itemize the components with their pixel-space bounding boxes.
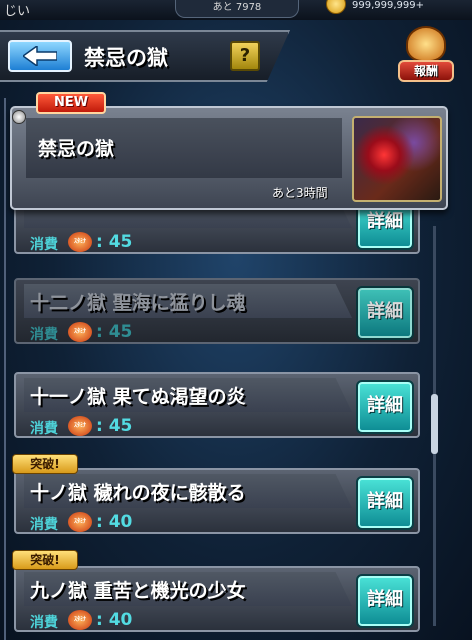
back-arrow-icon <box>23 46 57 66</box>
event-card[interactable]: 禁忌の獄 あと3時間 <box>10 106 448 210</box>
event-title: 禁忌の獄 <box>38 138 115 160</box>
page-title: 禁忌の獄 <box>84 46 168 70</box>
cost-label: 消費 <box>30 237 58 253</box>
help-button[interactable]: ? <box>230 41 260 71</box>
cost-label: 消費 <box>30 615 58 631</box>
quest-name: 九ノ獄 重苦と機光の少女 <box>30 580 246 602</box>
stamina-icon: ｽﾀﾐﾅ <box>68 512 92 532</box>
event-thumbnail <box>352 116 442 202</box>
stamina-remaining: あと 7978 <box>175 0 299 18</box>
cost-label: 消費 <box>30 421 58 437</box>
reward-button[interactable]: 報酬 <box>398 26 454 86</box>
back-button[interactable] <box>8 40 72 72</box>
detail-button[interactable]: 詳細 <box>356 476 414 530</box>
coin-count: 999,999,999+ <box>352 0 424 11</box>
stamina-icon: ｽﾀﾐﾅ <box>68 322 92 342</box>
pin-icon <box>12 110 26 124</box>
reward-crest-icon <box>406 26 446 62</box>
detail-button[interactable]: 詳細 <box>356 286 414 340</box>
quest-row[interactable]: 十ノ獄 穢れの夜に骸散る 消費 ｽﾀﾐﾅ : 40 詳細 <box>14 468 420 534</box>
quest-row[interactable]: 九ノ獄 重苦と機光の少女 消費 ｽﾀﾐﾅ : 40 詳細 <box>14 566 420 632</box>
stamina-cost: : 45 <box>96 322 133 342</box>
stamina-cost: : 40 <box>96 610 133 630</box>
stamina-cost: : 45 <box>96 416 133 436</box>
quest-row[interactable]: 十二ノ獄 聖海に猛りし魂 消費 ｽﾀﾐﾅ : 45 詳細 <box>14 278 420 344</box>
stamina-icon: ｽﾀﾐﾅ <box>68 416 92 436</box>
scrollbar-thumb[interactable] <box>431 394 438 454</box>
cleared-badge-overlay: 突破! <box>12 454 78 474</box>
event-time-left: あと3時間 <box>272 186 328 200</box>
quest-name: 十ノ獄 穢れの夜に骸散る <box>30 482 246 504</box>
new-badge: NEW <box>36 92 106 114</box>
reward-label: 報酬 <box>398 60 454 82</box>
stamina-cost: : 40 <box>96 512 133 532</box>
cleared-badge: 突破! <box>12 550 78 570</box>
quest-name: 十一ノ獄 果てぬ渇望の炎 <box>30 386 246 408</box>
quest-row[interactable]: 十一ノ獄 果てぬ渇望の炎 消費 ｽﾀﾐﾅ : 45 詳細 <box>14 372 420 438</box>
detail-button[interactable]: 詳細 <box>356 380 414 434</box>
stamina-icon: ｽﾀﾐﾅ <box>68 232 92 252</box>
stamina-icon: ｽﾀﾐﾅ <box>68 610 92 630</box>
stamina-cost: : 45 <box>96 232 133 252</box>
cost-label: 消費 <box>30 327 58 343</box>
cost-label: 消費 <box>30 517 58 533</box>
detail-button[interactable]: 詳細 <box>356 574 414 628</box>
status-left-text: じい <box>4 4 31 19</box>
quest-name: 十二ノ獄 聖海に猛りし魂 <box>30 292 246 314</box>
